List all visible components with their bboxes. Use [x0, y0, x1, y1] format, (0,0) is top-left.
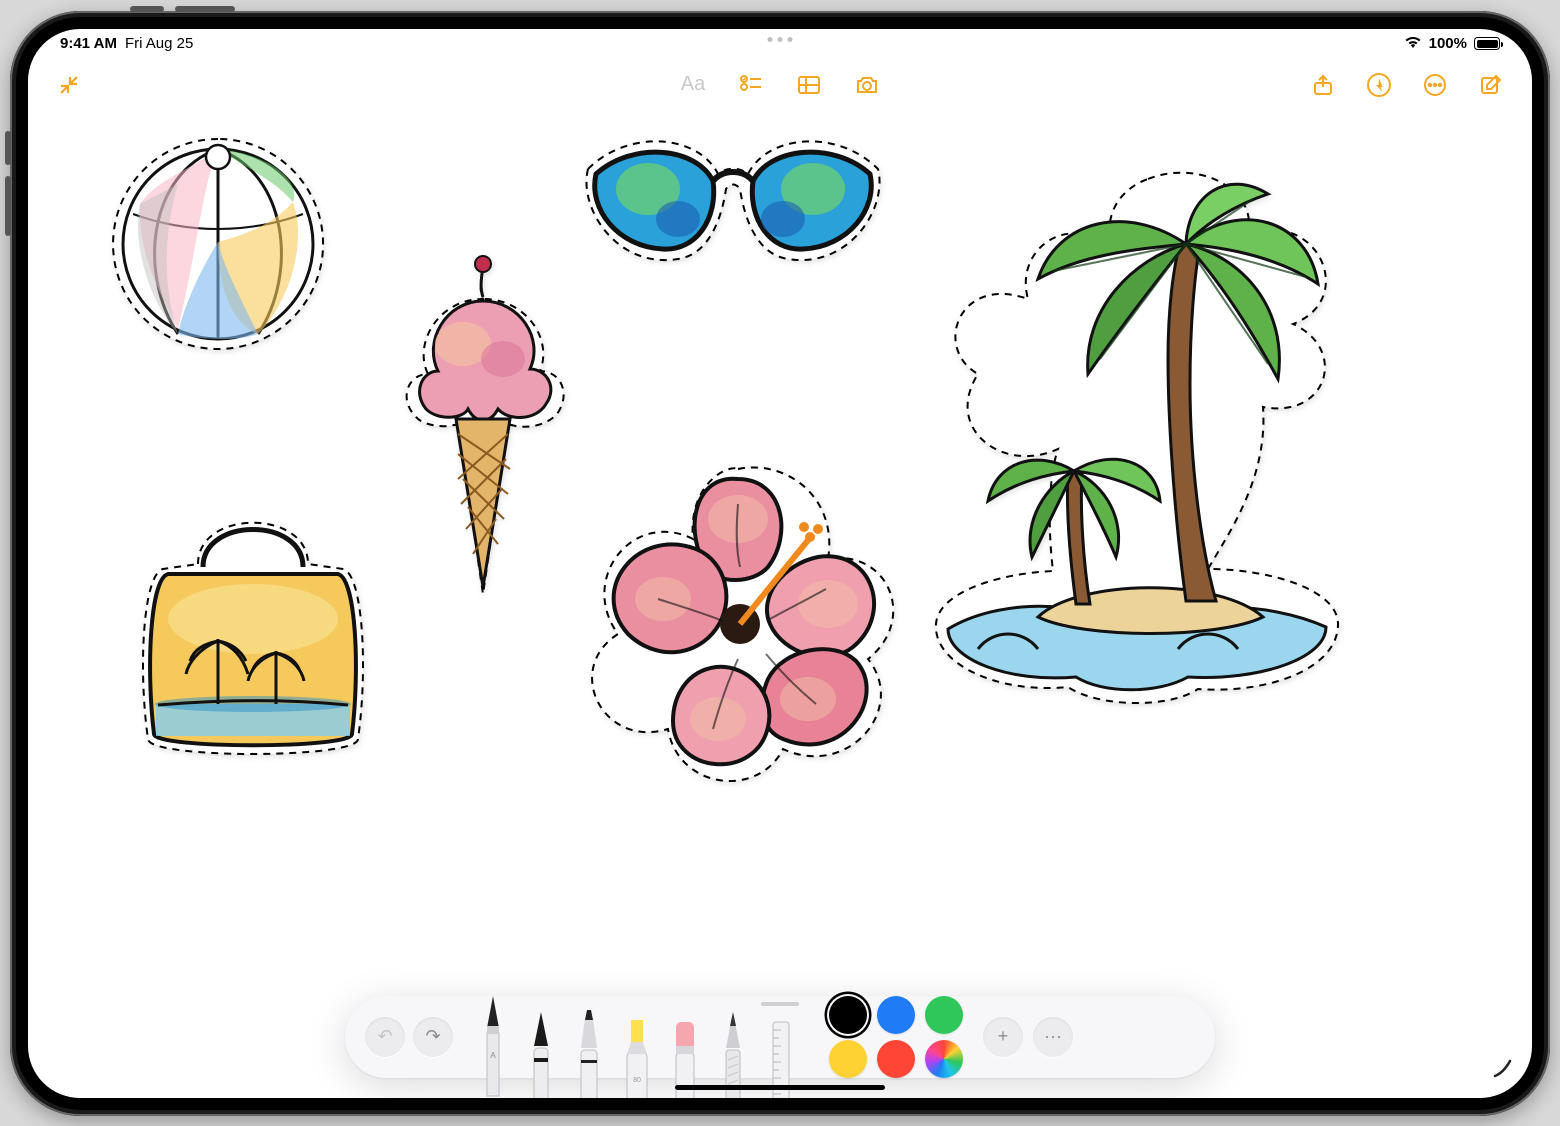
color-red[interactable]	[877, 1040, 915, 1078]
checklist-icon[interactable]	[738, 72, 764, 98]
tool-pencil[interactable]	[709, 1004, 757, 1098]
color-black[interactable]	[829, 996, 867, 1034]
redo-button[interactable]: ↷	[413, 1017, 453, 1057]
hibiscus-flower-sticker[interactable]	[558, 449, 918, 794]
wifi-icon	[1404, 35, 1422, 53]
tool-highlighter[interactable]: 80	[613, 1004, 661, 1098]
markup-toggle-icon[interactable]	[1366, 72, 1392, 98]
multitask-dots[interactable]	[768, 37, 793, 42]
tool-pen[interactable]: A	[469, 988, 517, 1098]
beach-bag-sticker[interactable]	[108, 489, 398, 794]
svg-text:A: A	[490, 1051, 496, 1060]
tool-marker[interactable]	[565, 1004, 613, 1098]
tool-monoline[interactable]	[517, 1004, 565, 1098]
tool-ruler[interactable]	[757, 1004, 805, 1098]
color-yellow[interactable]	[829, 1040, 867, 1078]
more-icon[interactable]	[1422, 72, 1448, 98]
battery-icon	[1474, 37, 1500, 50]
battery-pct: 100%	[1429, 35, 1467, 52]
quick-note-corner-icon[interactable]	[1492, 1057, 1514, 1084]
hw-button	[130, 6, 164, 12]
status-bar: 9:41 AM Fri Aug 25 100%	[28, 29, 1532, 59]
hw-button	[175, 6, 235, 12]
share-icon[interactable]	[1310, 72, 1336, 98]
palette-more-button[interactable]: ···	[1033, 1017, 1073, 1057]
palm-island-sticker[interactable]	[918, 149, 1358, 714]
status-time: 9:41 AM	[60, 35, 117, 52]
drawing-canvas[interactable]	[28, 109, 1532, 1098]
notes-toolbar: Aa	[28, 63, 1532, 107]
ipad-device-frame: 9:41 AM Fri Aug 25 100% Aa	[10, 11, 1550, 1116]
compose-icon[interactable]	[1478, 72, 1504, 98]
beach-ball-sticker[interactable]	[88, 124, 348, 369]
undo-button[interactable]: ↶	[365, 1017, 405, 1057]
text-format-icon[interactable]: Aa	[680, 72, 706, 98]
table-icon[interactable]	[796, 72, 822, 98]
color-grid	[829, 996, 963, 1078]
tool-eraser[interactable]	[661, 1004, 709, 1098]
hw-button	[5, 176, 11, 236]
sunglasses-sticker[interactable]	[568, 119, 898, 294]
collapse-icon[interactable]	[56, 72, 82, 98]
color-green[interactable]	[925, 996, 963, 1034]
screen: 9:41 AM Fri Aug 25 100% Aa	[28, 29, 1532, 1098]
tool-row: A 80	[469, 996, 805, 1078]
add-tool-button[interactable]: +	[983, 1017, 1023, 1057]
color-picker[interactable]	[925, 1040, 963, 1078]
status-date: Fri Aug 25	[125, 35, 193, 52]
markup-palette[interactable]: ↶ ↷ A 80	[345, 996, 1215, 1078]
camera-icon[interactable]	[854, 72, 880, 98]
hw-button	[5, 131, 11, 165]
color-blue[interactable]	[877, 996, 915, 1034]
svg-text:80: 80	[633, 1077, 641, 1084]
home-indicator[interactable]	[675, 1085, 885, 1090]
